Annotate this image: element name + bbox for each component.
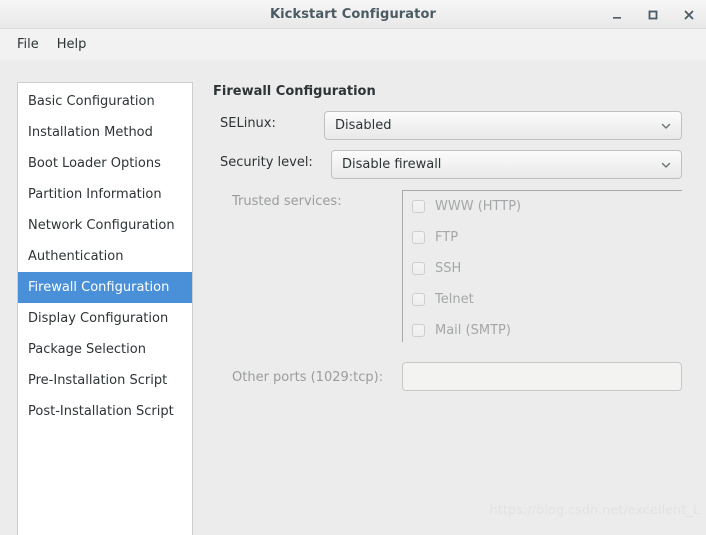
close-icon[interactable] [678,4,700,26]
service-label: SSH [435,261,462,276]
trusted-services-list: WWW (HTTP) FTP SSH Telnet Mail (SMTP) [402,190,682,342]
list-item[interactable]: Mail (SMTP) [403,315,682,346]
other-ports-label: Other ports (1029:tcp): [232,370,384,385]
selinux-dropdown[interactable]: Disabled [324,111,682,140]
menubar: File Help [0,29,706,60]
security-level-dropdown[interactable]: Disable firewall [331,150,682,179]
list-item[interactable]: WWW (HTTP) [403,191,682,222]
checkbox-ssh[interactable] [412,262,425,275]
watermark: https://blog.csdn.net/excellent_L [489,502,700,517]
trusted-services-label-row: Trusted services: [232,194,342,209]
content-pane: Firewall Configuration SELinux: Disabled… [210,80,690,535]
list-item[interactable]: Telnet [403,284,682,315]
checkbox-telnet[interactable] [412,293,425,306]
sidebar-item-firewall-configuration[interactable]: Firewall Configuration [18,272,192,303]
application-window: Kickstart Configurator File Help Basic C… [0,0,706,535]
maximize-icon[interactable] [642,4,664,26]
sidebar-item-boot-loader-options[interactable]: Boot Loader Options [18,148,192,179]
other-ports-input[interactable] [402,362,682,391]
sidebar-item-authentication[interactable]: Authentication [18,241,192,272]
sidebar-item-installation-method[interactable]: Installation Method [18,117,192,148]
service-label: WWW (HTTP) [435,199,522,214]
checkbox-www-http[interactable] [412,200,425,213]
page-title: Firewall Configuration [213,84,376,99]
sidebar-item-network-configuration[interactable]: Network Configuration [18,210,192,241]
sidebar-item-pre-installation-script[interactable]: Pre-Installation Script [18,365,192,396]
selinux-label: SELinux: [220,116,276,131]
sidebar-item-partition-information[interactable]: Partition Information [18,179,192,210]
checkbox-mail-smtp[interactable] [412,324,425,337]
titlebar: Kickstart Configurator [0,0,706,29]
security-level-label: Security level: [220,155,313,170]
chevron-down-icon [659,158,673,172]
service-label: Telnet [435,292,474,307]
sidebar-item-package-selection[interactable]: Package Selection [18,334,192,365]
selinux-label-row: SELinux: [220,116,276,131]
window-controls [606,0,700,29]
security-level-value: Disable firewall [342,157,442,172]
checkbox-ftp[interactable] [412,231,425,244]
sidebar-item-basic-configuration[interactable]: Basic Configuration [18,86,192,117]
menu-item-help[interactable]: Help [48,34,96,55]
minimize-icon[interactable] [606,4,628,26]
chevron-down-icon [659,119,673,133]
service-label: Mail (SMTP) [435,323,511,338]
list-item[interactable]: SSH [403,253,682,284]
sidebar-item-display-configuration[interactable]: Display Configuration [18,303,192,334]
service-label: FTP [435,230,459,245]
sidebar: Basic Configuration Installation Method … [17,82,193,535]
selinux-value: Disabled [335,118,392,133]
sidebar-list: Basic Configuration Installation Method … [18,83,192,427]
window-title: Kickstart Configurator [269,7,437,22]
list-item[interactable]: FTP [403,222,682,253]
trusted-services-label: Trusted services: [232,194,342,209]
menu-item-file[interactable]: File [8,34,48,55]
sidebar-item-post-installation-script[interactable]: Post-Installation Script [18,396,192,427]
security-level-label-row: Security level: [220,155,313,170]
